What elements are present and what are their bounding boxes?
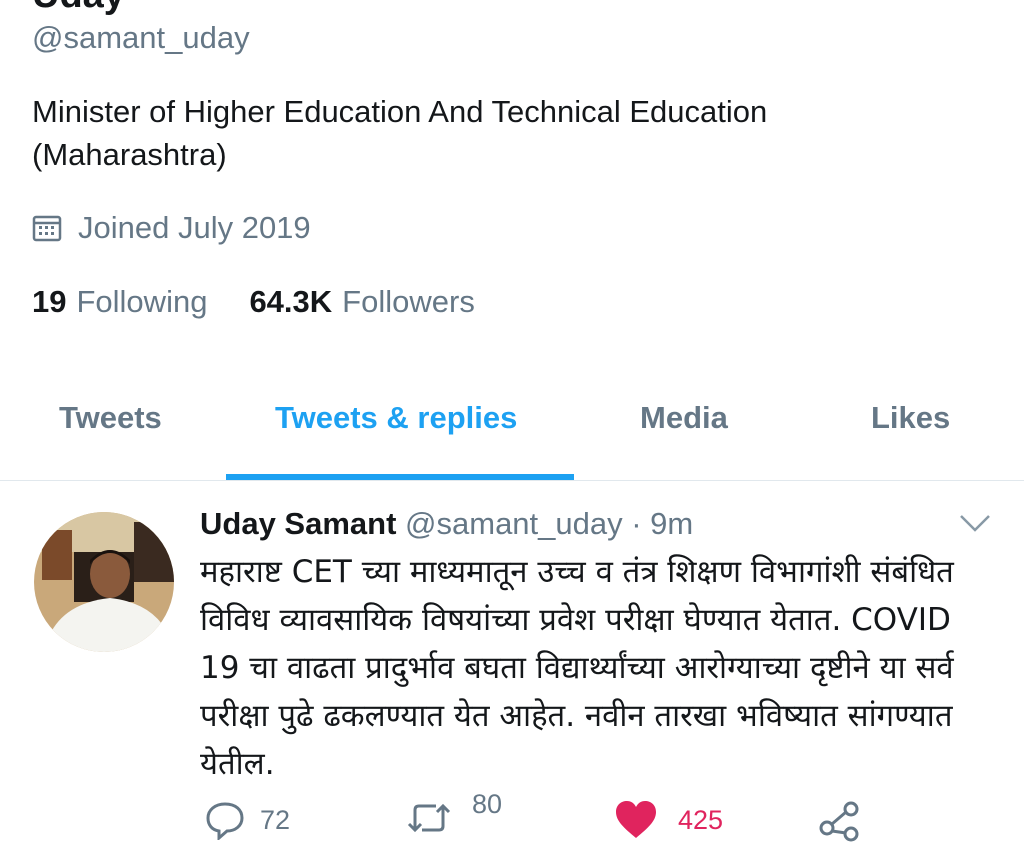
tweet-line: विविध व्यावसायिक विषयांच्या प्रवेश परीक्…: [200, 602, 951, 638]
followers-label: Followers: [342, 284, 475, 319]
followers-stat[interactable]: 64.3K Followers: [249, 284, 474, 320]
tweet-time: · 9m: [631, 506, 694, 541]
retweet-count: 80: [472, 788, 503, 819]
tweet-line: 19 चा वाढता प्रादुर्भाव बघता विद्यार्थ्य…: [200, 650, 954, 686]
chevron-down-icon[interactable]: [958, 512, 992, 534]
profile-stats: 19 Following 64.3K Followers: [32, 284, 517, 320]
active-tab-indicator: [226, 474, 574, 480]
followers-count: 64.3K: [249, 284, 333, 319]
tab-tweets[interactable]: Tweets: [59, 400, 162, 436]
tweet-handle[interactable]: @samant_uday: [405, 506, 623, 541]
profile-bio: Minister of Higher Education And Technic…: [32, 90, 932, 176]
tweet-header: Uday Samant @samant_uday · 9m: [200, 506, 693, 542]
share-icon: [819, 801, 859, 842]
avatar[interactable]: [34, 512, 174, 652]
following-count: 19: [32, 284, 67, 319]
tab-likes[interactable]: Likes: [871, 400, 950, 436]
tweet-text: महाराष्ट CET च्या माध्यमातून उच्च व तंत्…: [200, 548, 1000, 788]
reply-button[interactable]: 72: [204, 800, 290, 840]
tweet-line: परीक्षा पुढे ढकलण्यात येत आहेत. नवीन तार…: [200, 698, 953, 734]
profile-tabs: Tweets Tweets & replies Media Likes: [0, 386, 1024, 481]
following-stat[interactable]: 19 Following: [32, 284, 207, 320]
like-button[interactable]: 425: [614, 800, 723, 840]
bio-line: (Maharashtra): [32, 137, 227, 172]
tab-media[interactable]: Media: [640, 400, 728, 436]
avatar-image: [34, 512, 174, 652]
bio-line: Minister of Higher Education And Technic…: [32, 94, 768, 129]
reply-icon: [206, 802, 244, 840]
tweet-author[interactable]: Uday Samant: [200, 506, 396, 541]
reply-count: 72: [260, 804, 291, 835]
retweet-button[interactable]: 80: [406, 789, 502, 840]
joined-date: Joined July 2019: [32, 210, 311, 246]
profile-handle: @samant_uday: [32, 20, 250, 55]
following-label: Following: [76, 284, 208, 319]
retweet-icon: [407, 803, 451, 833]
joined-text: Joined July 2019: [78, 210, 311, 245]
profile-name: Uday: [32, 0, 125, 17]
tab-tweets-replies[interactable]: Tweets & replies: [275, 400, 517, 436]
tweet-line: महाराष्ट CET च्या माध्यमातून उच्च व तंत्…: [200, 554, 954, 590]
share-button[interactable]: [818, 800, 862, 842]
calendar-icon: [32, 215, 62, 242]
tweet-line: येतील.: [200, 746, 275, 782]
like-count: 425: [678, 804, 724, 835]
heart-icon: [616, 801, 656, 838]
